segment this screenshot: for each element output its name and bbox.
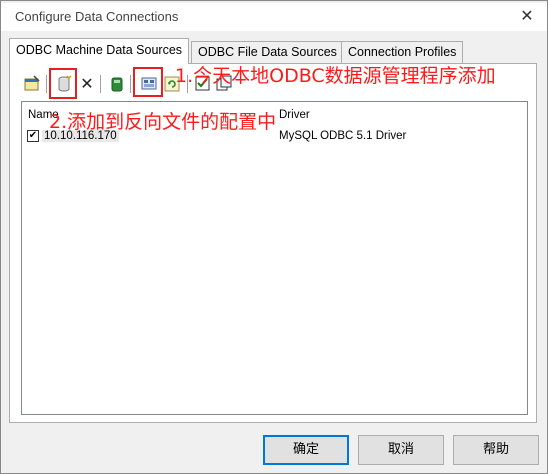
cancel-button[interactable]: 取消 — [358, 435, 444, 465]
tab-odbc-machine-data-sources[interactable]: ODBC Machine Data Sources — [9, 38, 190, 64]
tab-connection-profiles[interactable]: Connection Profiles — [341, 41, 464, 63]
close-icon[interactable]: ✕ — [517, 7, 537, 27]
column-header-driver[interactable]: Driver — [279, 109, 310, 121]
annotation-step-2: 2.添加到反向文件的配置中 — [49, 111, 277, 133]
row-checkbox[interactable]: ✔ — [27, 130, 39, 142]
dialog-title: Configure Data Connections — [15, 9, 179, 24]
annotation-step-1: 1.今天本地ODBC数据源管理程序添加 — [175, 65, 496, 87]
data-source-driver: MySQL ODBC 5.1 Driver — [279, 130, 407, 142]
toolbar-separator — [130, 75, 131, 93]
properties-icon[interactable] — [22, 74, 42, 94]
add-button-highlight — [49, 68, 77, 99]
test-connection-icon[interactable] — [107, 74, 127, 94]
tab-odbc-file-data-sources[interactable]: ODBC File Data Sources — [191, 41, 344, 63]
data-source-list[interactable]: Name Driver ✔ 10.10.116.170 MySQL ODBC 5… — [21, 101, 528, 415]
toolbar-separator — [100, 75, 101, 93]
delete-icon[interactable]: ✕ — [77, 74, 97, 94]
help-button[interactable]: 帮助 — [453, 435, 539, 465]
title-bar: Configure Data Connections ✕ — [1, 3, 547, 31]
toolbar-separator — [46, 75, 47, 93]
odbc-admin-highlight — [133, 67, 163, 97]
ok-button[interactable]: 确定 — [263, 435, 349, 465]
configure-data-connections-dialog: Configure Data Connections ✕ ODBC Machin… — [0, 0, 548, 474]
